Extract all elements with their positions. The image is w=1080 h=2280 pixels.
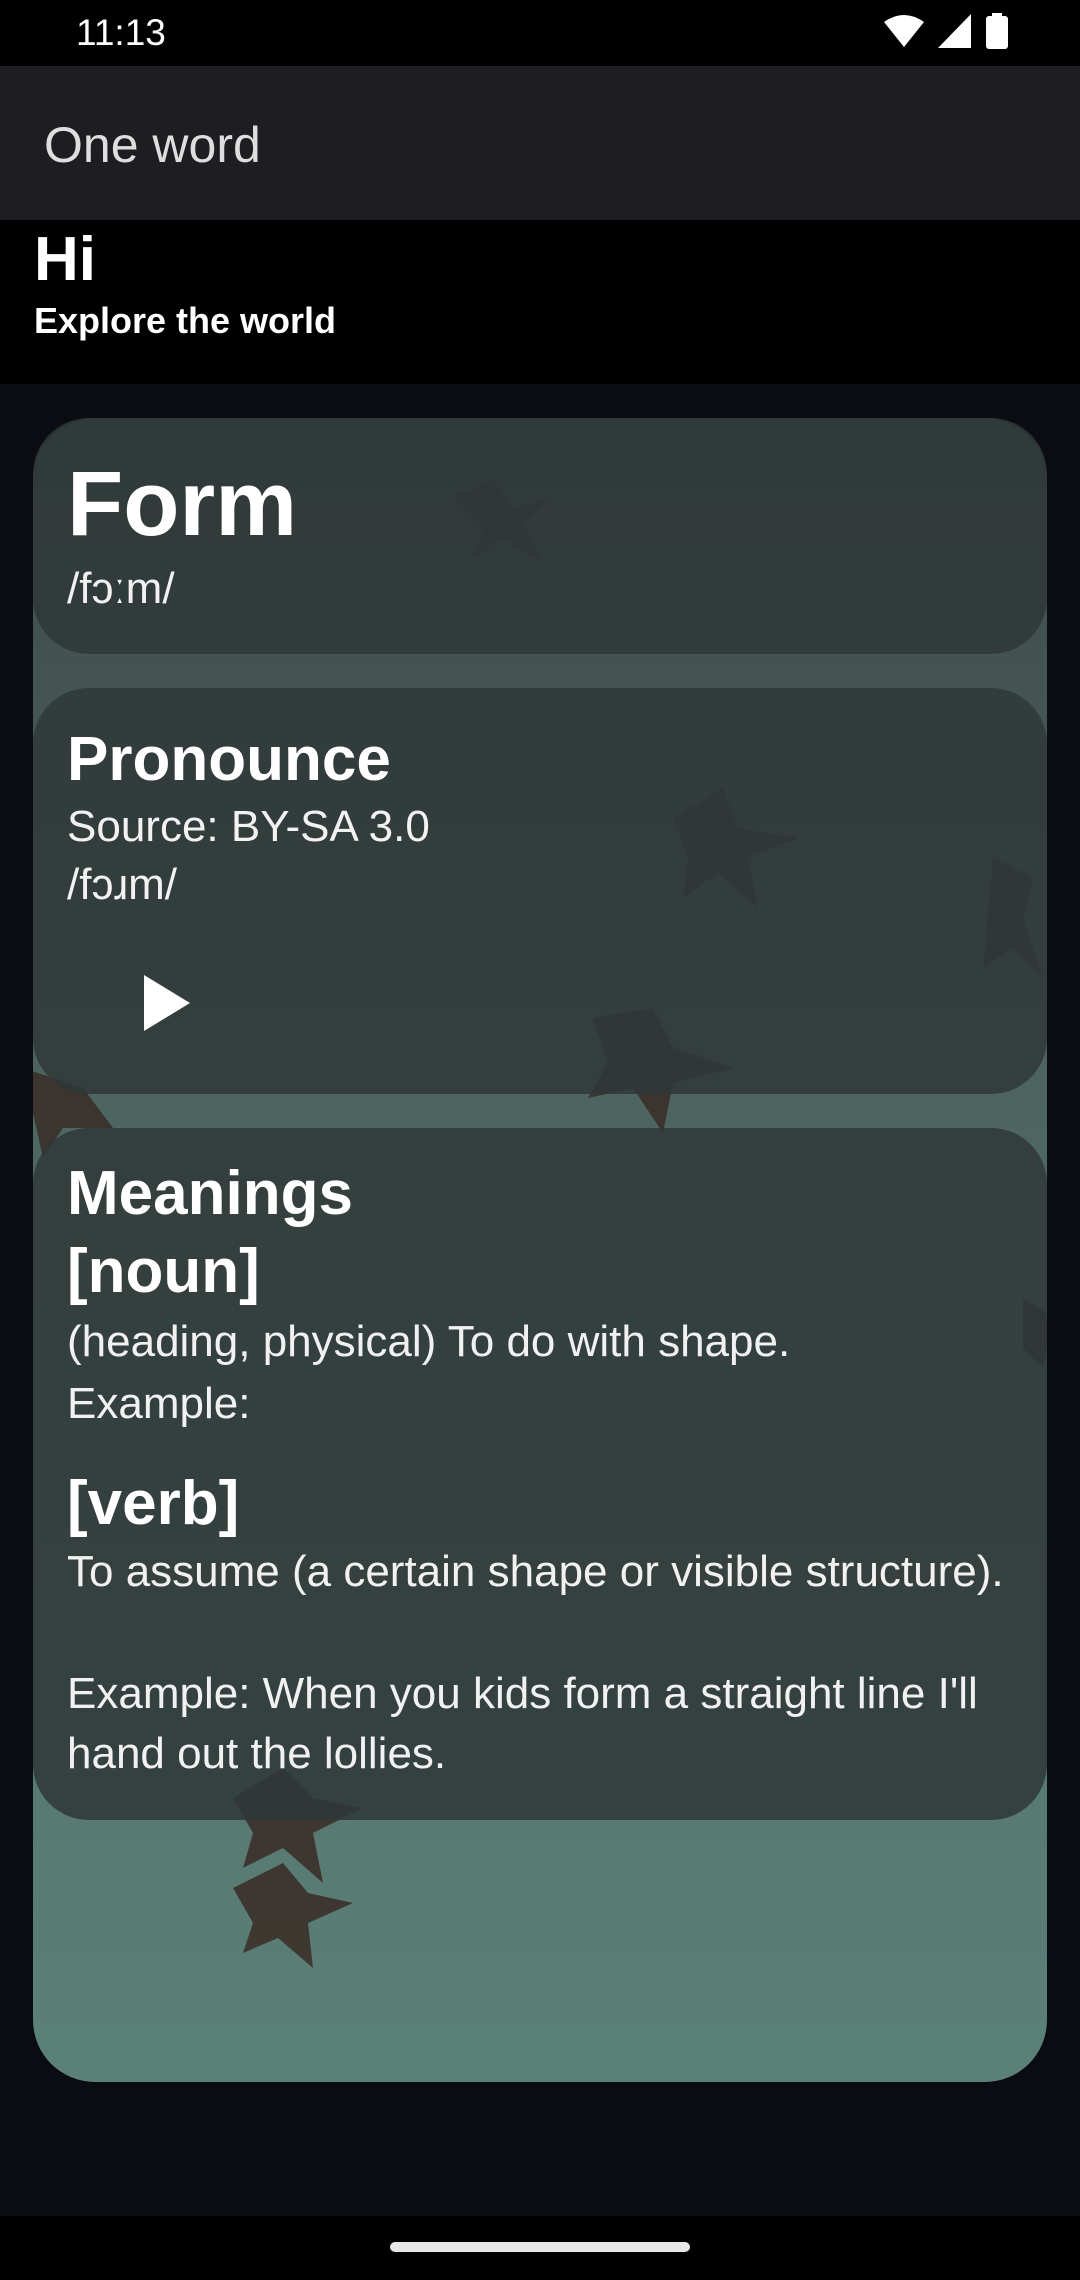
part-of-speech-noun: [noun] bbox=[67, 1237, 260, 1306]
status-time: 11:13 bbox=[76, 12, 166, 53]
pronounce-heading: Pronounce bbox=[67, 725, 391, 794]
wifi-icon bbox=[884, 14, 924, 53]
play-button[interactable] bbox=[121, 958, 211, 1048]
pronounce-source: Source: BY-SA 3.0 bbox=[67, 802, 430, 851]
meanings-card: Meanings [noun] (heading, physical) To d… bbox=[33, 1128, 1047, 1820]
home-gesture-handle[interactable] bbox=[390, 2242, 690, 2252]
greeting-title: Hi bbox=[34, 225, 96, 294]
status-bar: 11:13 bbox=[0, 0, 1080, 66]
definition-verb: To assume (a certain shape or visible st… bbox=[67, 1547, 1004, 1596]
play-icon bbox=[144, 975, 190, 1031]
part-of-speech-verb: [verb] bbox=[67, 1469, 240, 1538]
navigation-bar bbox=[0, 2216, 1080, 2280]
status-icons bbox=[884, 12, 1008, 54]
pronounce-phonetic: /fɔɹm/ bbox=[67, 860, 177, 909]
signal-icon bbox=[938, 13, 972, 53]
meanings-heading: Meanings bbox=[67, 1159, 353, 1228]
definition-noun: (heading, physical) To do with shape. bbox=[67, 1317, 791, 1366]
example-verb: Example: When you kids form a straight l… bbox=[67, 1669, 978, 1778]
example-noun: Example: bbox=[67, 1379, 251, 1428]
word-phonetic: /fɔːm/ bbox=[67, 564, 175, 613]
app-bar: One word bbox=[0, 66, 1080, 220]
battery-icon bbox=[986, 12, 1008, 54]
app-title: One word bbox=[44, 117, 261, 173]
word-card: Form /fɔːm/ bbox=[33, 418, 1047, 654]
word-title: Form bbox=[67, 453, 297, 555]
pronounce-card: Pronounce Source: BY-SA 3.0 /fɔɹm/ bbox=[33, 688, 1047, 1094]
greeting-subtitle: Explore the world bbox=[34, 300, 337, 341]
greeting-header: Hi Explore the world bbox=[0, 220, 1080, 384]
